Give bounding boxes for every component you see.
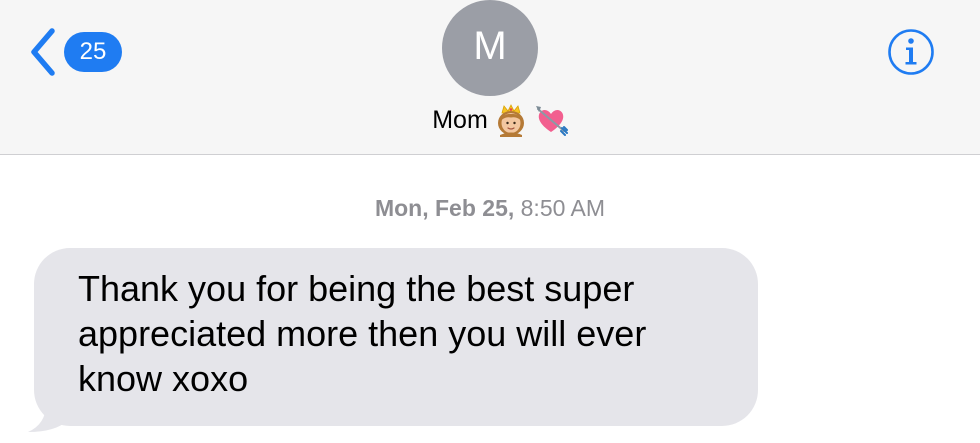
conversation-header: 25 M Mom: [0, 0, 980, 155]
timestamp-day: Mon, Feb 25,: [374, 195, 515, 221]
back-button[interactable]: 25: [28, 27, 122, 77]
chevron-left-icon: [31, 28, 55, 76]
heart-with-arrow-emoji-icon: [535, 106, 568, 136]
messages-screen: 25 M Mom Mon, Feb 25, 8:50 AM Thank you …: [0, 0, 980, 443]
contact-name-button[interactable]: Mom: [0, 100, 980, 140]
princess-emoji-icon: [497, 104, 524, 137]
incoming-message-bubble[interactable]: Thank you for being the best super appre…: [34, 248, 758, 426]
timestamp-time: 8:50 AM: [514, 195, 606, 221]
message-row: Thank you for being the best super appre…: [28, 248, 758, 432]
contact-avatar[interactable]: M: [442, 0, 538, 96]
unread-count-badge: 25: [64, 32, 122, 72]
message-timestamp: Mon, Feb 25, 8:50 AM: [0, 195, 980, 222]
contact-name: Mom: [432, 105, 488, 134]
info-icon[interactable]: [886, 27, 936, 77]
